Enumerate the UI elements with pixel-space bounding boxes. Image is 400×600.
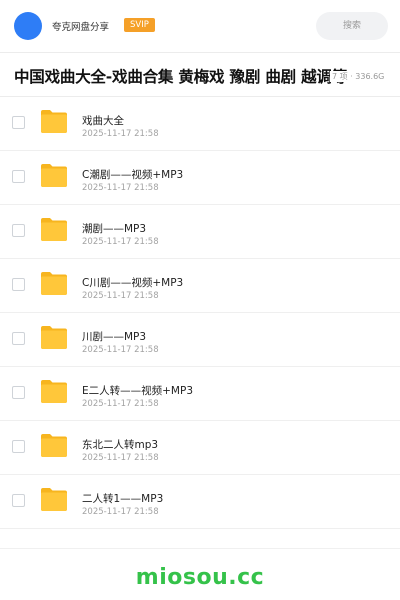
file-name[interactable]: E二人转——视频+MP3 (82, 383, 193, 398)
file-name[interactable]: 戏曲大全 (82, 113, 124, 128)
checkbox[interactable] (12, 386, 25, 399)
folder-icon (40, 487, 68, 512)
folder-icon (40, 433, 68, 458)
list-item[interactable]: C潮剧——视频+MP3 2025-11-17 21:58 (0, 151, 400, 205)
title-row: 中国戏曲大全-戏曲合集 黄梅戏 豫剧 曲剧 越调等 7 项 · 336.6G (0, 53, 400, 97)
header-bar: 夸克网盘分享 SVIP 搜索 (0, 0, 400, 52)
file-date: 2025-11-17 21:58 (82, 237, 159, 247)
list-item[interactable]: 东北二人转mp3 2025-11-17 21:58 (0, 421, 400, 475)
file-date: 2025-11-17 21:58 (82, 345, 159, 355)
file-date: 2025-11-17 21:58 (82, 129, 159, 139)
file-name[interactable]: 川剧——MP3 (82, 329, 146, 344)
list-item[interactable]: E二人转——视频+MP3 2025-11-17 21:58 (0, 367, 400, 421)
file-name[interactable]: 潮剧——MP3 (82, 221, 146, 236)
folder-icon (40, 325, 68, 350)
folder-icon (40, 217, 68, 242)
file-name[interactable]: C川剧——视频+MP3 (82, 275, 183, 290)
file-name[interactable]: C潮剧——视频+MP3 (82, 167, 183, 182)
footer: miosou.cc (0, 548, 400, 600)
checkbox[interactable] (12, 494, 25, 507)
checkbox[interactable] (12, 440, 25, 453)
list-item[interactable]: 川剧——MP3 2025-11-17 21:58 (0, 313, 400, 367)
avatar[interactable] (14, 12, 42, 40)
file-list: 戏曲大全 2025-11-17 21:58 C潮剧——视频+MP3 2025-11-1… (0, 97, 400, 529)
file-date: 2025-11-17 21:58 (82, 291, 159, 301)
list-item[interactable]: 二人转1——MP3 2025-11-17 21:58 (0, 475, 400, 529)
file-date: 2025-11-17 21:58 (82, 507, 159, 517)
checkbox[interactable] (12, 116, 25, 129)
file-date: 2025-11-17 21:58 (82, 183, 159, 193)
checkbox[interactable] (12, 278, 25, 291)
folder-icon (40, 271, 68, 296)
checkbox[interactable] (12, 224, 25, 237)
folder-icon (40, 379, 68, 404)
file-date: 2025-11-17 21:58 (82, 399, 159, 409)
brand-watermark: miosou.cc (135, 565, 265, 590)
checkbox[interactable] (12, 170, 25, 183)
search-button[interactable]: 搜索 (316, 12, 388, 40)
file-date: 2025-11-17 21:58 (82, 453, 159, 463)
checkbox[interactable] (12, 332, 25, 345)
list-item[interactable]: 戏曲大全 2025-11-17 21:58 (0, 97, 400, 151)
folder-icon (40, 109, 68, 134)
list-item[interactable]: C川剧——视频+MP3 2025-11-17 21:58 (0, 259, 400, 313)
share-meta: 7 项 · 336.6G (330, 71, 385, 82)
folder-icon (40, 163, 68, 188)
svip-badge: SVIP (124, 18, 155, 32)
user-name[interactable]: 夸克网盘分享 (52, 19, 109, 33)
share-title: 中国戏曲大全-戏曲合集 黄梅戏 豫剧 曲剧 越调等 (14, 68, 348, 86)
file-name[interactable]: 二人转1——MP3 (82, 491, 163, 506)
file-name[interactable]: 东北二人转mp3 (82, 437, 158, 452)
list-item[interactable]: 潮剧——MP3 2025-11-17 21:58 (0, 205, 400, 259)
